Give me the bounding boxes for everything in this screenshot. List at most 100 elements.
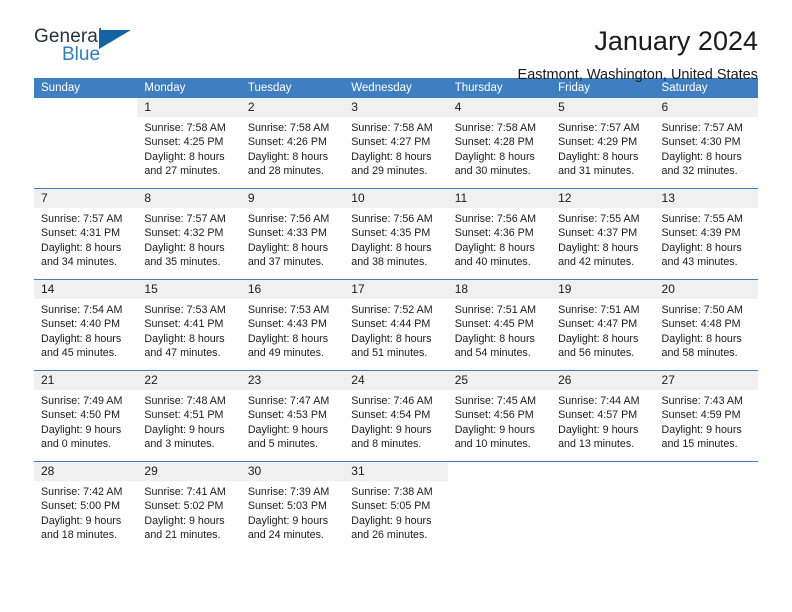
calendar-day-cell[interactable]: 6 Sunrise: 7:57 AM Sunset: 4:30 PM Daylight… bbox=[654, 98, 758, 189]
calendar-day-cell[interactable]: 13 Sunrise: 7:55 AM Sunset: 4:39 PM Dayligh… bbox=[654, 188, 758, 280]
calendar-day-cell[interactable]: 23 Sunrise: 7:47 AM Sunset: 4:53 PM Dayligh… bbox=[240, 370, 345, 462]
day-number bbox=[448, 462, 551, 481]
daylight-text-line2: and 18 minutes. bbox=[41, 529, 118, 542]
calendar-day-cell[interactable]: 16 Sunrise: 7:53 AM Sunset: 4:43 PM Dayligh… bbox=[240, 279, 345, 371]
day-number: 7 bbox=[34, 189, 138, 208]
calendar-day-cell[interactable]: 28 Sunrise: 7:42 AM Sunset: 5:00 PM Dayligh… bbox=[34, 461, 138, 552]
sun-info: Sunrise: 7:44 AM Sunset: 4:57 PM Daylight:… bbox=[551, 390, 654, 452]
sunrise-text: Sunrise: 7:42 AM bbox=[41, 486, 123, 498]
day-cell-inner: 27 Sunrise: 7:43 AM Sunset: 4:59 PM Dayligh… bbox=[654, 371, 758, 461]
daylight-text-line2: and 21 minutes. bbox=[144, 529, 221, 542]
daylight-text-line2: and 8 minutes. bbox=[351, 438, 422, 451]
calendar-week-row: 21 Sunrise: 7:49 AM Sunset: 4:50 PM Dayligh… bbox=[34, 370, 758, 462]
daylight-text-line1: Daylight: 9 hours bbox=[41, 514, 122, 527]
sunrise-text: Sunrise: 7:51 AM bbox=[454, 304, 537, 316]
sunset-text: Sunset: 4:50 PM bbox=[41, 409, 121, 422]
calendar-day-cell[interactable]: 27 Sunrise: 7:43 AM Sunset: 4:59 PM Dayligh… bbox=[654, 370, 758, 462]
calendar-week-row: 14 Sunrise: 7:54 AM Sunset: 4:40 PM Dayligh… bbox=[34, 279, 758, 371]
daylight-text-line2: and 56 minutes. bbox=[558, 347, 635, 360]
day-cell-inner bbox=[34, 98, 137, 188]
sunrise-text: Sunrise: 7:41 AM bbox=[144, 486, 226, 498]
sunset-text: Sunset: 5:05 PM bbox=[351, 500, 431, 513]
sun-info: Sunrise: 7:53 AM Sunset: 4:43 PM Daylight:… bbox=[241, 299, 344, 361]
daylight-text-line2: and 10 minutes. bbox=[454, 438, 531, 451]
day-cell-inner: 16 Sunrise: 7:53 AM Sunset: 4:43 PM Dayligh… bbox=[240, 280, 345, 370]
calendar-day-cell-empty bbox=[551, 461, 655, 552]
general-blue-logo[interactable]: General Blue bbox=[34, 26, 144, 72]
calendar-day-cell[interactable]: 14 Sunrise: 7:54 AM Sunset: 4:40 PM Dayligh… bbox=[34, 279, 138, 371]
sunset-text: Sunset: 4:53 PM bbox=[247, 409, 327, 422]
sunrise-text: Sunrise: 7:56 AM bbox=[351, 213, 433, 225]
daylight-text-line1: Daylight: 8 hours bbox=[351, 332, 432, 345]
daylight-text-line2: and 35 minutes. bbox=[144, 256, 221, 269]
calendar-day-cell[interactable]: 31 Sunrise: 7:38 AM Sunset: 5:05 PM Dayligh… bbox=[344, 461, 448, 552]
weekday-header-tuesday: Tuesday bbox=[240, 78, 345, 98]
sunset-text: Sunset: 4:26 PM bbox=[247, 136, 327, 149]
calendar-day-cell[interactable]: 29 Sunrise: 7:41 AM Sunset: 5:02 PM Dayligh… bbox=[137, 461, 241, 552]
sunset-text: Sunset: 4:35 PM bbox=[351, 227, 431, 240]
day-number: 30 bbox=[240, 462, 345, 481]
day-cell-inner: 10 Sunrise: 7:56 AM Sunset: 4:35 PM Dayligh… bbox=[344, 189, 448, 279]
sunset-text: Sunset: 4:51 PM bbox=[144, 409, 224, 422]
day-number: 8 bbox=[137, 189, 241, 208]
sunrise-text: Sunrise: 7:45 AM bbox=[454, 395, 537, 407]
day-number: 22 bbox=[137, 371, 241, 390]
daylight-text-line1: Daylight: 8 hours bbox=[661, 332, 742, 345]
calendar-table: Sunday Monday Tuesday Wednesday Thursday… bbox=[34, 78, 758, 552]
calendar-day-cell[interactable]: 20 Sunrise: 7:50 AM Sunset: 4:48 PM Dayligh… bbox=[654, 279, 758, 371]
daylight-text-line2: and 49 minutes. bbox=[247, 347, 324, 360]
daylight-text-line1: Daylight: 9 hours bbox=[247, 514, 329, 527]
sun-info: Sunrise: 7:45 AM Sunset: 4:56 PM Daylight:… bbox=[448, 390, 551, 452]
calendar-day-cell[interactable]: 2 Sunrise: 7:58 AM Sunset: 4:26 PM Daylight… bbox=[240, 98, 345, 189]
calendar-day-cell[interactable]: 15 Sunrise: 7:53 AM Sunset: 4:41 PM Dayligh… bbox=[137, 279, 241, 371]
day-cell-inner: 20 Sunrise: 7:50 AM Sunset: 4:48 PM Dayligh… bbox=[654, 280, 758, 370]
calendar-day-cell[interactable]: 12 Sunrise: 7:55 AM Sunset: 4:37 PM Dayligh… bbox=[551, 188, 655, 280]
sunrise-text: Sunrise: 7:58 AM bbox=[454, 122, 537, 134]
day-cell-inner: 30 Sunrise: 7:39 AM Sunset: 5:03 PM Dayligh… bbox=[240, 462, 345, 552]
calendar-day-cell[interactable]: 4 Sunrise: 7:58 AM Sunset: 4:28 PM Daylight… bbox=[447, 98, 552, 189]
day-number: 28 bbox=[34, 462, 138, 481]
calendar-day-cell[interactable]: 19 Sunrise: 7:51 AM Sunset: 4:47 PM Dayligh… bbox=[551, 279, 655, 371]
sunrise-text: Sunrise: 7:56 AM bbox=[454, 213, 537, 225]
daylight-text-line2: and 26 minutes. bbox=[351, 529, 428, 542]
daylight-text-line1: Daylight: 9 hours bbox=[351, 423, 432, 436]
sunrise-text: Sunrise: 7:56 AM bbox=[247, 213, 330, 225]
calendar-day-cell[interactable]: 18 Sunrise: 7:51 AM Sunset: 4:45 PM Dayligh… bbox=[447, 279, 552, 371]
sun-info: Sunrise: 7:46 AM Sunset: 4:54 PM Daylight:… bbox=[344, 390, 447, 452]
sun-info: Sunrise: 7:43 AM Sunset: 4:59 PM Daylight:… bbox=[655, 390, 758, 452]
sunset-text: Sunset: 4:27 PM bbox=[351, 136, 431, 149]
calendar-day-cell[interactable]: 3 Sunrise: 7:58 AM Sunset: 4:27 PM Daylight… bbox=[344, 98, 448, 189]
calendar-day-cell[interactable]: 10 Sunrise: 7:56 AM Sunset: 4:35 PM Dayligh… bbox=[344, 188, 448, 280]
sun-info: Sunrise: 7:38 AM Sunset: 5:05 PM Daylight:… bbox=[344, 481, 447, 543]
calendar-day-cell[interactable]: 24 Sunrise: 7:46 AM Sunset: 4:54 PM Dayligh… bbox=[344, 370, 448, 462]
day-cell-inner: 19 Sunrise: 7:51 AM Sunset: 4:47 PM Dayligh… bbox=[551, 280, 655, 370]
calendar-day-cell[interactable]: 7 Sunrise: 7:57 AM Sunset: 4:31 PM Daylight… bbox=[34, 188, 138, 280]
sunrise-text: Sunrise: 7:57 AM bbox=[661, 122, 743, 134]
calendar-day-cell[interactable]: 25 Sunrise: 7:45 AM Sunset: 4:56 PM Dayligh… bbox=[447, 370, 552, 462]
calendar-day-cell[interactable]: 26 Sunrise: 7:44 AM Sunset: 4:57 PM Dayligh… bbox=[551, 370, 655, 462]
sunrise-text: Sunrise: 7:47 AM bbox=[247, 395, 330, 407]
calendar-day-cell[interactable]: 17 Sunrise: 7:52 AM Sunset: 4:44 PM Dayligh… bbox=[344, 279, 448, 371]
sun-info: Sunrise: 7:48 AM Sunset: 4:51 PM Daylight:… bbox=[137, 390, 240, 452]
calendar-day-cell[interactable]: 1 Sunrise: 7:58 AM Sunset: 4:25 PM Daylight… bbox=[137, 98, 241, 189]
day-number: 29 bbox=[137, 462, 241, 481]
sunset-text: Sunset: 4:29 PM bbox=[558, 136, 638, 149]
daylight-text-line1: Daylight: 8 hours bbox=[454, 150, 535, 163]
calendar-day-cell[interactable]: 5 Sunrise: 7:57 AM Sunset: 4:29 PM Daylight… bbox=[551, 98, 655, 189]
calendar-day-cell[interactable]: 22 Sunrise: 7:48 AM Sunset: 4:51 PM Dayligh… bbox=[137, 370, 241, 462]
sun-info: Sunrise: 7:55 AM Sunset: 4:37 PM Daylight:… bbox=[551, 208, 654, 270]
weekday-header-monday: Monday bbox=[137, 78, 241, 98]
title-block: January 2024 Eastmont, Washington, Unite… bbox=[518, 26, 758, 85]
calendar-day-cell[interactable]: 11 Sunrise: 7:56 AM Sunset: 4:36 PM Dayligh… bbox=[447, 188, 552, 280]
day-cell-inner: 18 Sunrise: 7:51 AM Sunset: 4:45 PM Dayligh… bbox=[447, 280, 552, 370]
day-number: 17 bbox=[344, 280, 448, 299]
sunrise-text: Sunrise: 7:38 AM bbox=[351, 486, 433, 498]
daylight-text-line1: Daylight: 9 hours bbox=[144, 423, 225, 436]
day-cell-inner: 11 Sunrise: 7:56 AM Sunset: 4:36 PM Dayligh… bbox=[447, 189, 552, 279]
calendar-day-cell[interactable]: 21 Sunrise: 7:49 AM Sunset: 4:50 PM Dayligh… bbox=[34, 370, 138, 462]
sunrise-text: Sunrise: 7:58 AM bbox=[144, 122, 226, 134]
daylight-text-line1: Daylight: 8 hours bbox=[41, 332, 122, 345]
calendar-day-cell[interactable]: 9 Sunrise: 7:56 AM Sunset: 4:33 PM Daylight… bbox=[240, 188, 345, 280]
calendar-day-cell[interactable]: 8 Sunrise: 7:57 AM Sunset: 4:32 PM Daylight… bbox=[137, 188, 241, 280]
calendar-day-cell[interactable]: 30 Sunrise: 7:39 AM Sunset: 5:03 PM Dayligh… bbox=[240, 461, 345, 552]
